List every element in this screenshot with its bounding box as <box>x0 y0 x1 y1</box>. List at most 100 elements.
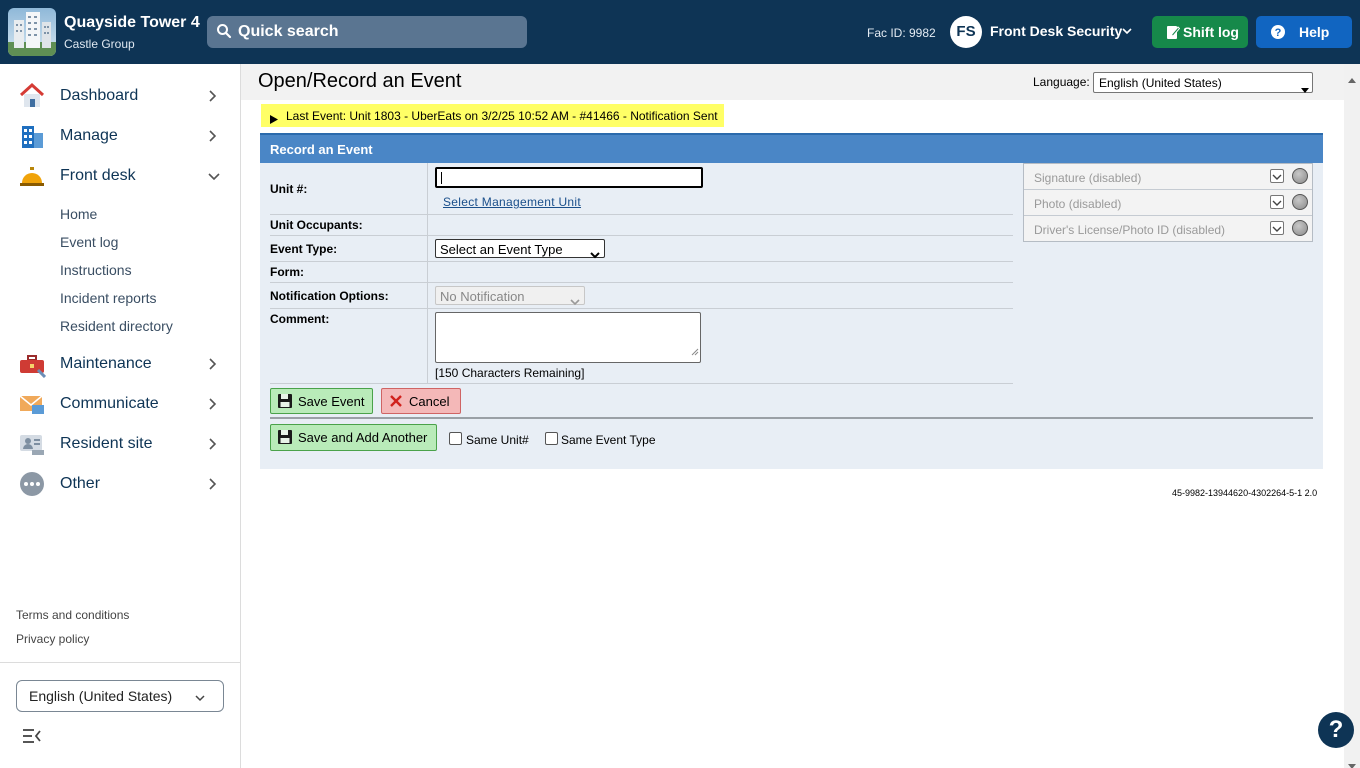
sidebar-sub-instructions[interactable]: Instructions <box>60 262 132 278</box>
sidebar-item-label: Front desk <box>60 167 136 184</box>
notification-value: No Notification <box>440 289 525 304</box>
sidebar-item-label: Maintenance <box>60 355 152 372</box>
close-icon <box>389 394 403 413</box>
building-icon <box>18 122 46 150</box>
status-dot-icon <box>1292 220 1308 236</box>
user-name[interactable]: Front Desk Security <box>990 23 1122 39</box>
status-dot-icon <box>1292 168 1308 184</box>
notification-select: No Notification <box>435 286 585 306</box>
sidebar-sub-incident-reports[interactable]: Incident reports <box>60 290 157 306</box>
chevron-down-icon <box>1270 195 1284 209</box>
avatar[interactable]: FS <box>950 16 982 48</box>
language-select[interactable]: English (United States) <box>1093 72 1313 93</box>
row-divider <box>270 214 1013 215</box>
chevron-right-icon <box>207 397 217 416</box>
sidebar-item-label: Manage <box>60 127 118 144</box>
page-title: Open/Record an Event <box>258 70 462 92</box>
chevron-down-icon <box>207 169 221 187</box>
chevron-down-icon <box>1270 221 1284 235</box>
version-string: 45-9982-13944620-4302264-5-1 2.0 <box>1172 488 1318 498</box>
save-event-label: Save Event <box>298 394 365 409</box>
play-triangle-icon <box>270 111 278 129</box>
property-thumbnail[interactable] <box>8 8 56 56</box>
sidebar-item-other[interactable]: Other <box>0 464 240 504</box>
form-title: Record an Event <box>270 142 373 157</box>
same-event-type-label: Same Event Type <box>561 433 656 447</box>
vertical-scrollbar[interactable] <box>1344 64 1360 768</box>
scroll-up-icon[interactable] <box>1348 70 1356 88</box>
help-floating-button[interactable]: ? <box>1318 712 1354 748</box>
cancel-button[interactable]: Cancel <box>381 388 461 414</box>
event-type-value: Select an Event Type <box>440 242 563 257</box>
id-card-icon <box>18 430 46 458</box>
last-event-banner[interactable]: Last Event: Unit 1803 - UberEats on 3/2/… <box>261 104 724 127</box>
save-and-add-another-button[interactable]: Save and Add Another <box>270 424 437 451</box>
house-icon <box>18 82 46 110</box>
photo-capture-label: Photo (disabled) <box>1034 197 1122 211</box>
sidebar-item-maintenance[interactable]: Maintenance <box>0 344 240 384</box>
notification-label: Notification Options: <box>270 289 389 303</box>
sidebar-item-resident-site[interactable]: Resident site <box>0 424 240 464</box>
license-capture-label: Driver's License/Photo ID (disabled) <box>1034 223 1226 237</box>
help-label: Help <box>1299 24 1330 40</box>
record-event-header: Record an Event <box>260 133 1323 163</box>
sidebar-item-front-desk[interactable]: Front desk <box>0 156 240 196</box>
quick-search[interactable]: Quick search <box>207 16 527 48</box>
chevron-down-icon <box>1270 169 1284 183</box>
sidebar-item-label: Dashboard <box>60 87 139 104</box>
dropdown-arrow-icon <box>1301 80 1309 98</box>
chevron-right-icon <box>207 89 217 108</box>
row-divider <box>270 282 1013 283</box>
sidebar-language-select[interactable]: English (United States) <box>16 680 224 712</box>
comment-textarea[interactable] <box>435 312 701 363</box>
same-unit-label: Same Unit# <box>466 433 529 447</box>
select-management-unit-link[interactable]: Select Management Unit <box>443 195 581 209</box>
collapse-menu-icon[interactable] <box>22 728 42 749</box>
same-event-type-checkbox[interactable] <box>545 432 558 445</box>
shift-log-button[interactable]: Shift log <box>1152 16 1248 48</box>
comment-label: Comment: <box>270 312 330 326</box>
sidebar-sub-event-log[interactable]: Event log <box>60 234 118 250</box>
save-and-add-another-label: Save and Add Another <box>298 430 428 445</box>
language-label: Language: <box>1033 75 1090 89</box>
unit-input[interactable] <box>435 167 703 188</box>
occupants-label: Unit Occupants: <box>270 218 363 232</box>
form-label: Form: <box>270 265 304 279</box>
privacy-link[interactable]: Privacy policy <box>16 632 89 646</box>
chevron-right-icon <box>207 357 217 376</box>
chars-remaining: [150 Characters Remaining] <box>435 366 585 380</box>
divider <box>270 417 1313 419</box>
sidebar-item-label: Communicate <box>60 395 159 412</box>
chevron-down-icon[interactable] <box>1121 24 1133 42</box>
scroll-down-icon[interactable] <box>1348 756 1356 768</box>
help-button[interactable]: ? Help <box>1256 16 1352 48</box>
sidebar-item-manage[interactable]: Manage <box>0 116 240 156</box>
column-divider <box>427 163 428 383</box>
sidebar-item-communicate[interactable]: Communicate <box>0 384 240 424</box>
company-name: Castle Group <box>64 37 135 51</box>
svg-text:?: ? <box>1275 27 1282 39</box>
terms-link[interactable]: Terms and conditions <box>16 608 129 622</box>
shift-log-label: Shift log <box>1183 24 1239 40</box>
save-event-button[interactable]: Save Event <box>270 388 373 414</box>
resize-grip-icon[interactable] <box>691 343 699 361</box>
row-divider <box>270 261 1013 262</box>
search-icon <box>216 23 232 44</box>
unit-label: Unit #: <box>270 182 308 196</box>
floppy-disk-icon <box>277 393 293 414</box>
last-event-text: Last Event: Unit 1803 - UberEats on 3/2/… <box>286 109 718 123</box>
sidebar-sub-home[interactable]: Home <box>60 206 97 222</box>
chevron-down-icon <box>590 246 600 264</box>
row-divider <box>270 235 1013 236</box>
sidebar-sub-resident-directory[interactable]: Resident directory <box>60 318 173 334</box>
envelope-icon <box>18 390 46 418</box>
row-divider <box>270 383 1013 384</box>
top-bar: Quayside Tower 4 Castle Group Quick sear… <box>0 0 1360 64</box>
sidebar: Dashboard Manage Front desk Home Event l… <box>0 64 241 768</box>
sidebar-item-label: Resident site <box>60 435 153 452</box>
same-unit-checkbox[interactable] <box>449 432 462 445</box>
photo-capture-row: Photo (disabled) <box>1024 190 1312 216</box>
chevron-right-icon <box>207 129 217 148</box>
sidebar-item-dashboard[interactable]: Dashboard <box>0 76 240 116</box>
event-type-select[interactable]: Select an Event Type <box>435 239 605 259</box>
